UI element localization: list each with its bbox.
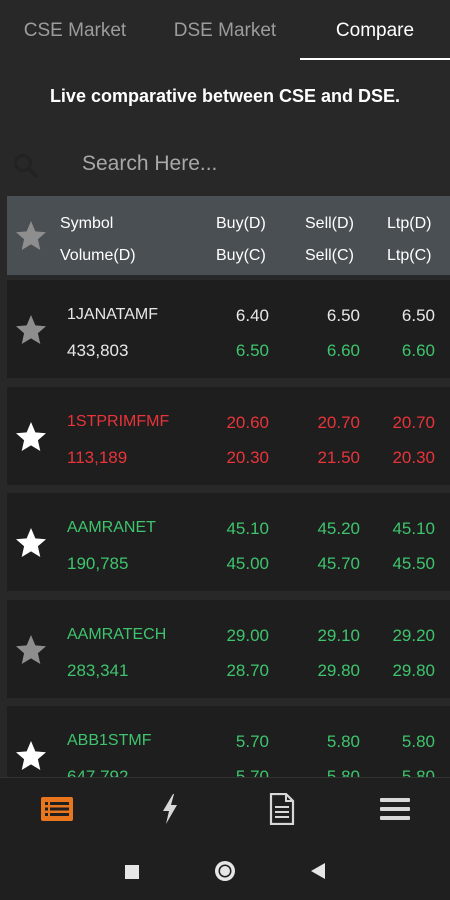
star-icon	[16, 221, 46, 250]
back-icon[interactable]	[310, 862, 326, 880]
table-header: Symbol Volume(D) Buy(D) Buy(C) Sell(D) S…	[7, 196, 450, 275]
menu-icon	[380, 798, 410, 820]
row-symbol: AAMRANET	[67, 519, 156, 536]
row-symbol: AAMRATECH	[67, 626, 167, 643]
header-sell-c: Sell(C)	[305, 247, 354, 264]
row-buy-c: 28.70	[226, 661, 269, 680]
row-volume: 190,785	[67, 554, 129, 573]
market-tabs: CSE Market DSE Market Compare	[0, 0, 450, 60]
header-buy-d: Buy(D)	[216, 215, 266, 232]
row-sell-c: 45.70	[317, 554, 360, 573]
row-buy-d: 6.40	[235, 306, 269, 325]
home-icon[interactable]	[213, 859, 237, 883]
row-ltp-d: 5.80	[401, 732, 435, 751]
star-icon[interactable]	[13, 312, 49, 348]
list-item[interactable]: 1STPRIMFMF 113,189 20.60 20.30 20.70 21.…	[7, 387, 450, 485]
row-ltp-c: 45.50	[392, 554, 435, 573]
row-buy-d: 20.60	[226, 413, 269, 432]
row-volume: 433,803	[67, 341, 129, 360]
row-volume: 113,189	[67, 448, 128, 467]
search-icon[interactable]	[12, 152, 40, 180]
search-bar	[0, 140, 450, 190]
row-sell-c: 5.80	[326, 767, 360, 777]
bottom-navigation	[0, 777, 450, 839]
star-icon[interactable]	[13, 632, 49, 668]
row-buy-c: 20.30	[226, 448, 269, 467]
header-volume: Volume(D)	[60, 247, 136, 264]
row-ltp-d: 45.10	[392, 519, 435, 538]
row-ltp-d: 29.20	[392, 626, 435, 645]
system-navigation-bar	[0, 839, 450, 900]
list-item[interactable]: AAMRATECH 283,341 29.00 28.70 29.10 29.8…	[7, 600, 450, 698]
page-subtitle: Live comparative between CSE and DSE.	[49, 86, 401, 106]
row-volume: 647,792	[67, 767, 129, 777]
star-icon[interactable]	[13, 738, 49, 774]
row-sell-d: 5.80	[326, 732, 360, 751]
recents-icon[interactable]	[124, 864, 140, 880]
header-buy-c: Buy(C)	[216, 247, 266, 264]
row-sell-c: 29.80	[317, 661, 360, 680]
row-sell-d: 29.10	[317, 626, 360, 645]
nav-document-button[interactable]	[262, 792, 302, 826]
row-sell-d: 20.70	[317, 413, 360, 432]
list-item[interactable]: ABB1STMF 647,792 5.70 5.70 5.80 5.80 5.8…	[7, 706, 450, 777]
tab-dse-market[interactable]: DSE Market	[150, 0, 300, 60]
row-ltp-c: 6.60	[401, 341, 435, 360]
header-ltp-c: Ltp(C)	[387, 247, 432, 264]
star-icon[interactable]	[13, 419, 49, 455]
list-item[interactable]: 1JANATAMF 433,803 6.40 6.50 6.50 6.60 6.…	[7, 280, 450, 378]
row-buy-d: 29.00	[226, 626, 269, 645]
nav-list-button[interactable]	[37, 792, 77, 826]
star-icon[interactable]	[13, 525, 49, 561]
row-ltp-d: 20.70	[392, 413, 435, 432]
row-sell-c: 21.50	[317, 448, 360, 467]
search-input[interactable]	[70, 146, 430, 182]
lightning-icon	[163, 794, 177, 824]
row-symbol: 1STPRIMFMF	[67, 413, 170, 430]
row-buy-c: 5.70	[235, 767, 269, 777]
row-sell-d: 45.20	[317, 519, 360, 538]
row-buy-d: 45.10	[226, 519, 269, 538]
row-symbol: 1JANATAMF	[67, 306, 158, 323]
row-volume: 283,341	[67, 661, 129, 680]
header-ltp-d: Ltp(D)	[387, 215, 432, 232]
row-sell-d: 6.50	[326, 306, 360, 325]
list-item[interactable]: AAMRANET 190,785 45.10 45.00 45.20 45.70…	[7, 493, 450, 591]
tab-compare[interactable]: Compare	[300, 0, 450, 60]
header-sell-d: Sell(D)	[305, 215, 354, 232]
row-ltp-c: 29.80	[392, 661, 435, 680]
nav-menu-button[interactable]	[375, 792, 415, 826]
nav-lightning-button[interactable]	[150, 792, 190, 826]
row-buy-d: 5.70	[235, 732, 269, 751]
row-sell-c: 6.60	[326, 341, 360, 360]
row-ltp-d: 6.50	[401, 306, 435, 325]
row-ltp-c: 5.80	[401, 767, 435, 777]
header-symbol: Symbol	[60, 215, 114, 232]
row-symbol: ABB1STMF	[67, 732, 152, 749]
row-ltp-c: 20.30	[392, 448, 435, 467]
stock-list: 1JANATAMF 433,803 6.40 6.50 6.50 6.60 6.…	[0, 280, 450, 777]
row-buy-c: 45.00	[226, 554, 269, 573]
tab-cse-market[interactable]: CSE Market	[0, 0, 150, 60]
list-card-icon	[41, 797, 73, 821]
document-icon	[269, 793, 295, 825]
row-buy-c: 6.50	[235, 341, 269, 360]
